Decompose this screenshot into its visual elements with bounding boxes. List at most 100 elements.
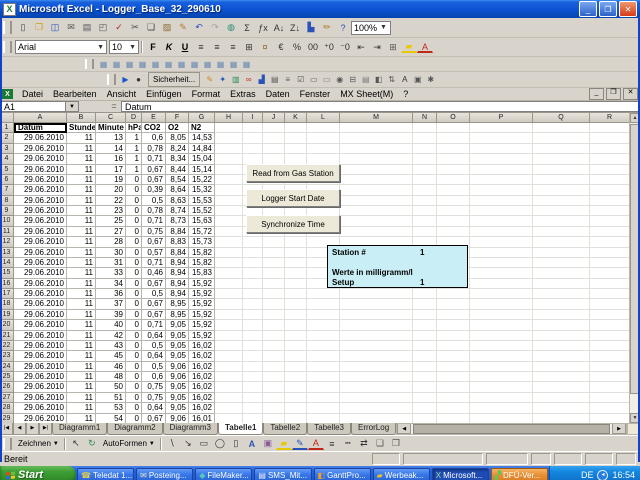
bold-icon[interactable]: F	[145, 40, 161, 54]
cell-c22[interactable]: 43	[96, 341, 126, 351]
cell-d24[interactable]: 0	[126, 362, 142, 372]
cell-k3[interactable]	[285, 144, 307, 154]
cell-f6[interactable]: 8,54	[166, 175, 189, 185]
line-style-icon[interactable]: ≡	[324, 437, 340, 451]
cell-g24[interactable]: 16,02	[189, 362, 215, 372]
cell-c24[interactable]: 46	[96, 362, 126, 372]
copy-icon[interactable]: ❏	[143, 21, 159, 35]
option-button-icon[interactable]: ◉	[333, 74, 346, 85]
line-icon[interactable]: ∖	[164, 437, 180, 451]
cell-p28[interactable]	[470, 403, 533, 413]
horizontal-scrollbar[interactable]: ◀ ▶	[396, 423, 627, 435]
merge-center-icon[interactable]: ⊞	[241, 40, 257, 54]
mx-sheet-12-icon[interactable]: ▦	[240, 59, 253, 70]
cell-h18[interactable]	[215, 299, 243, 309]
name-box[interactable]: A1	[0, 101, 65, 112]
sort-ascending-icon[interactable]: A↓	[271, 21, 287, 35]
workbook-restore-button[interactable]: ❐	[606, 88, 621, 100]
cell-e18[interactable]: 0,67	[142, 299, 166, 309]
thousands-icon[interactable]: 00	[305, 40, 321, 54]
cell-b21[interactable]: 11	[67, 331, 96, 341]
cell-m18[interactable]	[340, 299, 413, 309]
cell-c18[interactable]: 37	[96, 299, 126, 309]
cell-o2[interactable]	[437, 133, 470, 143]
cell-o8[interactable]	[437, 196, 470, 206]
cell-d1[interactable]: hPa	[126, 123, 142, 133]
cell-q23[interactable]	[533, 351, 590, 361]
cell-b24[interactable]: 11	[67, 362, 96, 372]
cell-f19[interactable]: 8,95	[166, 310, 189, 320]
cell-k25[interactable]	[285, 372, 307, 382]
cell-q9[interactable]	[533, 206, 590, 216]
cell-g17[interactable]: 15,92	[189, 289, 215, 299]
cell-b19[interactable]: 11	[67, 310, 96, 320]
cell-l28[interactable]	[307, 403, 340, 413]
row-header-26[interactable]: 26	[0, 382, 14, 392]
cell-g16[interactable]: 15,92	[189, 279, 215, 289]
cell-r23[interactable]	[590, 351, 630, 361]
column-header-g[interactable]: G	[189, 113, 215, 123]
cell-i28[interactable]	[243, 403, 263, 413]
cell-e25[interactable]: 0,6	[142, 372, 166, 382]
cell-g6[interactable]: 15,22	[189, 175, 215, 185]
cell-m2[interactable]	[340, 133, 413, 143]
cell-l20[interactable]	[307, 320, 340, 330]
word-art-icon[interactable]: A	[244, 437, 260, 451]
cell-d5[interactable]: 1	[126, 165, 142, 175]
cell-a29[interactable]: 29.06.2010	[14, 414, 67, 424]
cell-p23[interactable]	[470, 351, 533, 361]
cell-d12[interactable]: 0	[126, 237, 142, 247]
language-indicator[interactable]: DE	[581, 470, 594, 480]
cell-o6[interactable]	[437, 175, 470, 185]
combobox-icon[interactable]: ⊟	[346, 74, 359, 85]
cell-d18[interactable]: 0	[126, 299, 142, 309]
cell-b9[interactable]: 11	[67, 206, 96, 216]
cell-g15[interactable]: 15,83	[189, 268, 215, 278]
cell-n21[interactable]	[413, 331, 437, 341]
cell-e6[interactable]: 0,67	[142, 175, 166, 185]
cell-g11[interactable]: 15,72	[189, 227, 215, 237]
mx-sheet-3-icon[interactable]: ▦	[123, 59, 136, 70]
increase-indent-icon[interactable]: ⇥	[369, 40, 385, 54]
cell-p13[interactable]	[470, 248, 533, 258]
cell-f24[interactable]: 9,06	[166, 362, 189, 372]
column-header-l[interactable]: L	[307, 113, 340, 123]
cell-o23[interactable]	[437, 351, 470, 361]
cell-k21[interactable]	[285, 331, 307, 341]
cell-r9[interactable]	[590, 206, 630, 216]
cell-e19[interactable]: 0,67	[142, 310, 166, 320]
menu-format[interactable]: Format	[187, 89, 226, 99]
cell-q8[interactable]	[533, 196, 590, 206]
fill-color-icon[interactable]: ▰	[401, 41, 417, 53]
cell-c14[interactable]: 31	[96, 258, 126, 268]
row-header-15[interactable]: 15	[0, 268, 14, 278]
cell-o27[interactable]	[437, 393, 470, 403]
menu-[interactable]: ?	[398, 89, 413, 99]
cell-r2[interactable]	[590, 133, 630, 143]
cell-a3[interactable]: 29.06.2010	[14, 144, 67, 154]
cell-l27[interactable]	[307, 393, 340, 403]
cell-i14[interactable]	[243, 258, 263, 268]
name-box-dropdown-icon[interactable]: ▼	[65, 101, 79, 112]
cell-g4[interactable]: 15,04	[189, 154, 215, 164]
cell-e13[interactable]: 0,57	[142, 248, 166, 258]
cell-m6[interactable]	[340, 175, 413, 185]
column-header-c[interactable]: C	[96, 113, 126, 123]
sheet-tab-tabelle2[interactable]: Tabelle2	[263, 423, 307, 435]
cell-r29[interactable]	[590, 414, 630, 424]
cell-j15[interactable]	[263, 268, 285, 278]
drawing-icon[interactable]: ✏	[319, 21, 335, 35]
row-header-17[interactable]: 17	[0, 289, 14, 299]
cell-e2[interactable]: 0,6	[142, 133, 166, 143]
cell-c10[interactable]: 25	[96, 216, 126, 226]
scroll-right-icon[interactable]: ▶	[612, 424, 626, 434]
menu-ansicht[interactable]: Ansicht	[102, 89, 142, 99]
cell-a11[interactable]: 29.06.2010	[14, 227, 67, 237]
textbox-icon[interactable]: ▭	[307, 74, 320, 85]
menu-mxsheetm[interactable]: MX Sheet(M)	[335, 89, 398, 99]
column-header-q[interactable]: Q	[533, 113, 590, 123]
cell-q25[interactable]	[533, 372, 590, 382]
rectangle-icon[interactable]: ▭	[196, 437, 212, 451]
taskbar-task-filemaker[interactable]: ◆FileMaker...	[195, 468, 252, 480]
mx-sheet-5-icon[interactable]: ▦	[149, 59, 162, 70]
